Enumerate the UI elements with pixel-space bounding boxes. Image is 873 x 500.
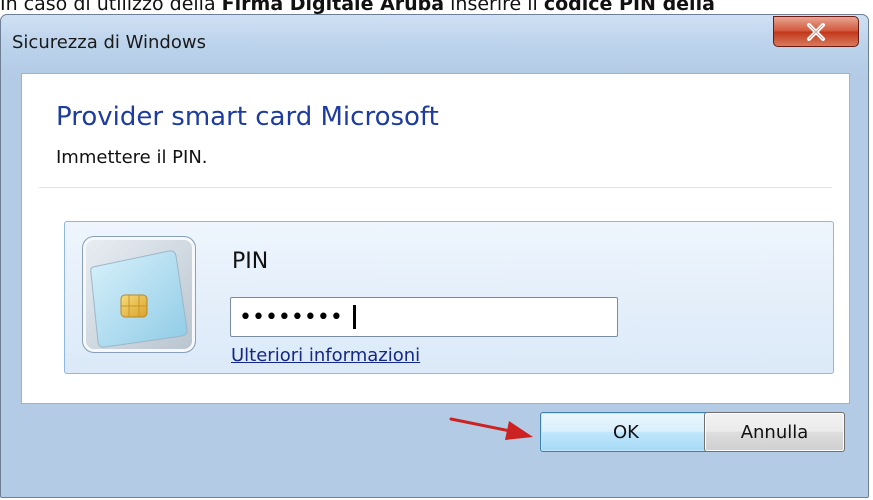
ok-button[interactable]: OK	[540, 412, 712, 452]
pin-input[interactable]	[230, 297, 618, 337]
text-caret	[353, 305, 356, 329]
top-caption: In caso di utilizzo della Firma Digitale…	[0, 0, 873, 15]
smart-card-icon	[82, 236, 196, 353]
caption-prefix: In caso di utilizzo della	[0, 0, 222, 15]
close-button[interactable]	[773, 16, 859, 47]
caption-middle: inserire il	[444, 0, 544, 15]
pin-label: PIN	[232, 249, 269, 274]
title-bar[interactable]: Sicurezza di Windows	[1, 15, 868, 73]
caption-bold-1: Firma Digitale Aruba	[221, 0, 445, 15]
dialog-instruction: Immettere il PIN.	[56, 147, 208, 168]
credential-tile[interactable]: PIN Ulteriori informazioni	[64, 221, 834, 374]
dialog-heading: Provider smart card Microsoft	[56, 102, 439, 132]
more-info-link[interactable]: Ulteriori informazioni	[231, 345, 420, 366]
close-icon	[774, 17, 858, 46]
caption-bold-2: codice PIN della	[543, 0, 715, 15]
window-title: Sicurezza di Windows	[12, 32, 206, 53]
cancel-button[interactable]: Annulla	[704, 412, 845, 452]
dialog-content: Provider smart card Microsoft Immettere …	[21, 73, 850, 404]
red-arrow-icon	[449, 417, 533, 440]
divider	[39, 187, 832, 188]
